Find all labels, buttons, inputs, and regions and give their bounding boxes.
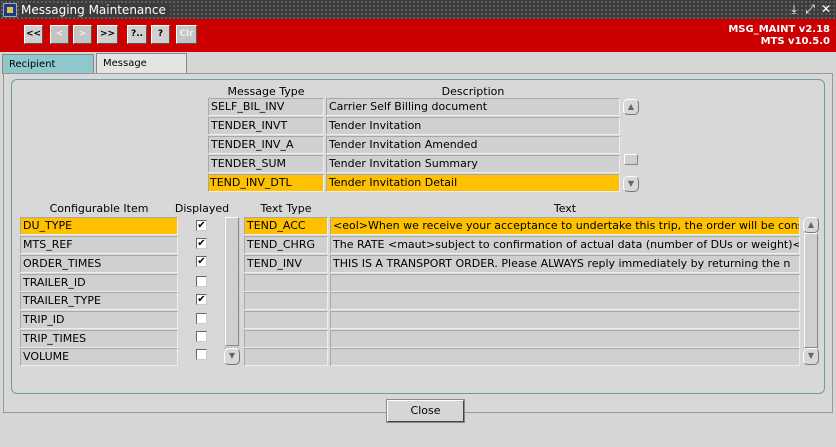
scroll-down-icon[interactable]: ▼ — [803, 348, 819, 365]
maximize-icon[interactable]: ⤢ — [804, 1, 816, 17]
tab-message-config[interactable]: Message Config — [96, 53, 187, 88]
description-cell[interactable]: Tender Invitation — [326, 117, 620, 135]
toolbar: << < > >> ?.. ? Clr MSG_MAINT v2.18 MTS … — [0, 19, 836, 52]
message-scrollbar[interactable]: ▲ ▼ — [623, 99, 639, 192]
description-cell[interactable]: Tender Invitation Summary — [326, 155, 620, 173]
scroll-thumb[interactable] — [624, 154, 638, 165]
configurable-item-cell[interactable]: TRAILER_ID — [20, 274, 178, 292]
configurable-item-cell[interactable]: TRIP_ID — [20, 311, 178, 329]
description-cell-selected[interactable]: Tender Invitation Detail — [326, 174, 620, 192]
close-button[interactable]: Close — [387, 400, 464, 422]
displayed-checkbox[interactable]: ✔ — [196, 294, 207, 305]
scroll-up-icon[interactable]: ▲ — [623, 99, 639, 115]
text-cell[interactable] — [330, 348, 800, 366]
displayed-checkbox[interactable] — [196, 313, 207, 324]
text-scrollbar[interactable]: ▲ ▼ — [803, 217, 819, 365]
text-type-cell[interactable] — [244, 292, 328, 310]
displayed-checkbox[interactable]: ✔ — [196, 238, 207, 249]
text-cell[interactable] — [330, 330, 800, 348]
first-record-button[interactable]: << — [24, 25, 43, 44]
description-header: Description — [441, 85, 505, 98]
help-button[interactable]: ? — [151, 25, 170, 44]
version-line-2: MTS v10.5.0 — [760, 36, 830, 47]
text-header: Text — [553, 202, 577, 215]
message-type-cell[interactable]: TENDER_INV_A — [208, 136, 324, 154]
message-type-cell[interactable]: TENDER_INVT — [208, 117, 324, 135]
scroll-up-icon[interactable]: ▲ — [803, 217, 819, 233]
text-type-cell[interactable] — [244, 348, 328, 366]
scroll-thumb[interactable] — [225, 217, 239, 346]
displayed-checkbox[interactable] — [196, 276, 207, 287]
text-type-cell[interactable]: TEND_INV — [244, 255, 328, 273]
configurable-item-cell[interactable]: TRIP_TIMES — [20, 330, 178, 348]
version-info: MSG_MAINT v2.18 MTS v10.5.0 — [728, 24, 830, 48]
tab-strip: Recipient Config Message Config — [0, 52, 836, 89]
configurable-item-cell-selected[interactable]: DU_TYPE — [20, 217, 178, 235]
message-type-header: Message Type — [227, 85, 305, 98]
displayed-checkbox[interactable] — [196, 349, 207, 360]
displayed-checkbox[interactable]: ✔ — [196, 220, 207, 231]
text-type-cell[interactable] — [244, 311, 328, 329]
description-cell[interactable]: Tender Invitation Amended — [326, 136, 620, 154]
config-scrollbar[interactable]: ▼ — [224, 217, 240, 365]
text-cell[interactable] — [330, 274, 800, 292]
app-icon — [3, 2, 17, 17]
scroll-down-icon[interactable]: ▼ — [623, 176, 639, 192]
text-cell[interactable] — [330, 311, 800, 329]
clear-button[interactable]: Clr — [176, 25, 197, 44]
configurable-item-cell[interactable]: TRAILER_TYPE — [20, 292, 178, 310]
close-icon[interactable]: ✕ — [820, 1, 832, 17]
version-line-1: MSG_MAINT v2.18 — [728, 24, 830, 35]
selected-text: TEND_INV_DTL — [210, 176, 292, 189]
configurable-item-header: Configurable Item — [49, 202, 149, 215]
text-type-header: Text Type — [260, 202, 312, 215]
text-cell[interactable] — [330, 292, 800, 310]
description-cell[interactable]: Carrier Self Billing document — [326, 98, 620, 116]
text-cell[interactable]: THIS IS A TRANSPORT ORDER. Please ALWAYS… — [330, 255, 800, 273]
title-bar: Messaging Maintenance ⤓ ⤢ ✕ — [0, 0, 836, 19]
list-of-values-button[interactable]: ?.. — [127, 25, 147, 44]
configurable-item-cell[interactable]: VOLUME — [20, 348, 178, 366]
text-type-cell[interactable] — [244, 330, 328, 348]
displayed-checkbox[interactable]: ✔ — [196, 256, 207, 267]
scroll-thumb[interactable] — [804, 233, 818, 348]
text-type-cell[interactable] — [244, 274, 328, 292]
message-type-cell[interactable]: SELF_BIL_INV — [208, 98, 324, 116]
configurable-item-cell[interactable]: ORDER_TIMES — [20, 255, 178, 273]
displayed-checkbox[interactable] — [196, 331, 207, 342]
configurable-item-cell[interactable]: MTS_REF — [20, 236, 178, 254]
message-type-cell-selected[interactable]: TEND_INV_DTL — [208, 174, 324, 192]
previous-record-button[interactable]: < — [50, 25, 69, 44]
text-type-cell[interactable]: TEND_CHRG — [244, 236, 328, 254]
text-type-cell-selected[interactable]: TEND_ACC — [244, 217, 328, 235]
tab-recipient-config[interactable]: Recipient Config — [2, 54, 94, 89]
last-record-button[interactable]: >> — [97, 25, 118, 44]
window-title: Messaging Maintenance — [21, 2, 170, 17]
next-record-button[interactable]: > — [73, 25, 92, 44]
text-cell[interactable]: The RATE <maut>subject to confirmation o… — [330, 236, 800, 254]
scroll-down-icon[interactable]: ▼ — [224, 348, 240, 365]
displayed-header: Displayed — [174, 202, 230, 215]
text-cell-selected[interactable]: <eol>When we receive your acceptance to … — [330, 217, 800, 235]
window-controls: ⤓ ⤢ ✕ — [788, 1, 832, 17]
message-type-cell[interactable]: TENDER_SUM — [208, 155, 324, 173]
minimize-icon[interactable]: ⤓ — [788, 1, 800, 17]
